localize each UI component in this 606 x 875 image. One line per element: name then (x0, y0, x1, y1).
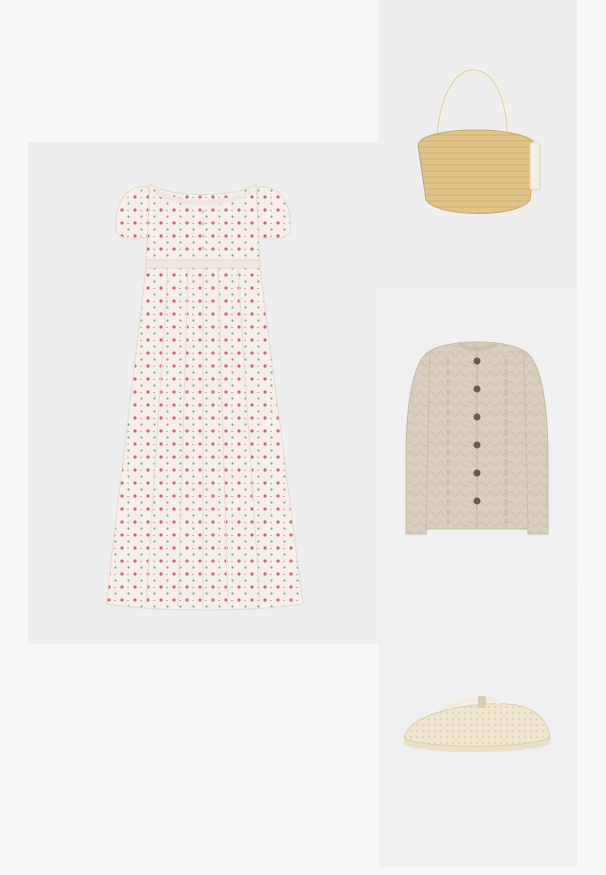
product-card-shoe[interactable] (378, 578, 577, 867)
floral-midi-dress-image (105, 183, 304, 611)
straw-shoulder-bag-image (417, 67, 541, 214)
mesh-ballet-flat-image (403, 696, 551, 753)
cable-knit-cardigan-image (405, 341, 549, 535)
product-card-cardigan[interactable] (378, 289, 577, 578)
product-card-dress[interactable] (28, 142, 378, 644)
product-card-bag[interactable] (378, 0, 577, 289)
